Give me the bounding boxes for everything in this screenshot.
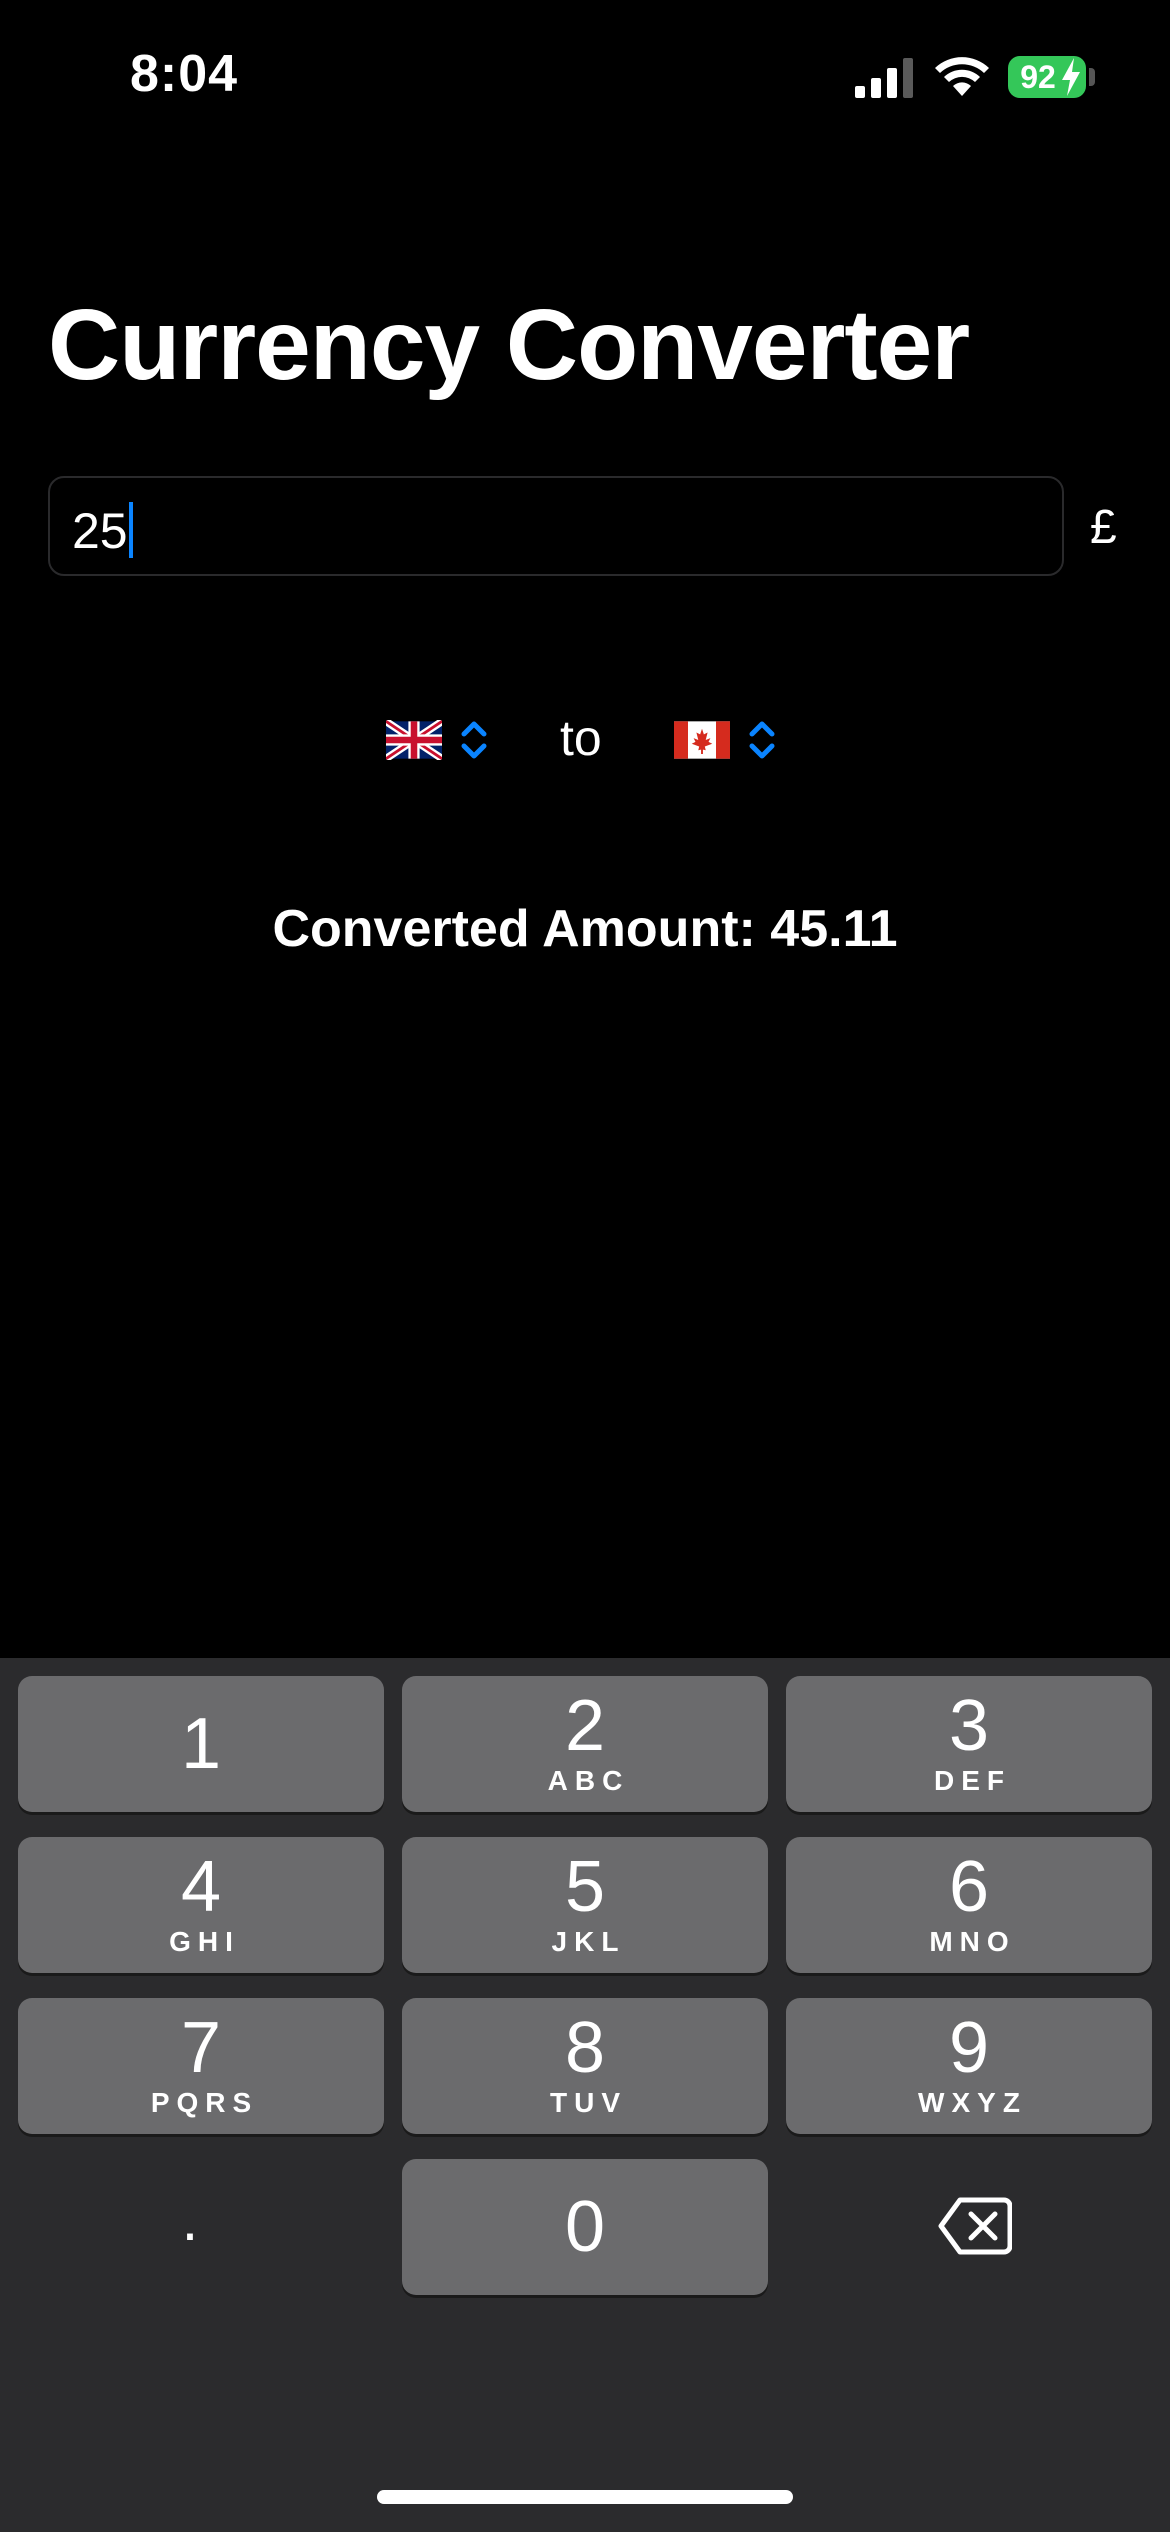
currency-symbol: £: [1090, 501, 1117, 554]
amount-input[interactable]: 25: [48, 476, 1064, 576]
key-letters: ABC: [547, 1765, 630, 1796]
battery-cap: [1089, 68, 1095, 86]
charging-bolt-icon: [1062, 58, 1080, 96]
key-9[interactable]: 9 WXYZ: [786, 1998, 1152, 2134]
key-digit: 3: [948, 1686, 990, 1766]
key-digit: 2: [564, 1686, 606, 1766]
key-letters: DEF: [934, 1765, 1011, 1796]
key-8[interactable]: 8 TUV: [402, 1998, 768, 2134]
key-digit: 7: [180, 2008, 222, 2088]
cellular-signal-icon: [855, 58, 913, 98]
amount-input-value[interactable]: 25: [72, 502, 133, 558]
home-indicator[interactable]: [377, 2490, 793, 2504]
key-digit: 0: [564, 2187, 606, 2267]
decimal-key[interactable]: .: [130, 2190, 250, 2270]
to-label: to: [560, 710, 602, 766]
canada-flag-icon: [674, 721, 730, 759]
battery-percent: 92: [1020, 58, 1056, 95]
key-0[interactable]: 0: [402, 2159, 768, 2295]
amount-text: 25: [72, 503, 128, 559]
wifi-icon: [935, 57, 989, 96]
key-digit: 1: [180, 1704, 222, 1784]
key-3[interactable]: 3 DEF: [786, 1676, 1152, 1812]
key-digit: 5: [564, 1847, 606, 1927]
key-digit: 9: [948, 2008, 990, 2088]
chevron-up-down-icon: [749, 721, 775, 759]
key-digit: 4: [180, 1847, 222, 1927]
converted-amount-label: Converted Amount: 45.11: [272, 900, 898, 958]
key-6[interactable]: 6 MNO: [786, 1837, 1152, 1973]
key-2[interactable]: 2 ABC: [402, 1676, 768, 1812]
status-time: 8:04: [130, 45, 239, 103]
chevron-up-down-icon: [461, 721, 487, 759]
page-title: Currency Converter: [48, 289, 970, 401]
to-currency-picker[interactable]: [674, 710, 780, 770]
status-bar: 8:04 92: [0, 0, 1170, 150]
key-letters: PQRS: [150, 2087, 259, 2118]
delete-backspace-icon[interactable]: [938, 2196, 1012, 2256]
currency-converter-screen: 8:04 92 Currency Converter 25 £ to Conve…: [0, 0, 1170, 2532]
key-letters: TUV: [550, 2087, 627, 2118]
key-1[interactable]: 1: [18, 1676, 384, 1812]
key-digit: 6: [948, 1847, 990, 1927]
key-letters: JKL: [551, 1926, 626, 1957]
key-letters: WXYZ: [918, 2087, 1027, 2118]
key-letters: MNO: [929, 1926, 1016, 1957]
from-currency-picker[interactable]: [386, 710, 492, 770]
key-letters: GHI: [169, 1926, 240, 1957]
key-5[interactable]: 5 JKL: [402, 1837, 768, 1973]
text-cursor: [128, 502, 133, 558]
united-kingdom-flag-icon: [386, 720, 442, 760]
key-7[interactable]: 7 PQRS: [18, 1998, 384, 2134]
key-4[interactable]: 4 GHI: [18, 1837, 384, 1973]
key-digit: 8: [564, 2008, 606, 2088]
